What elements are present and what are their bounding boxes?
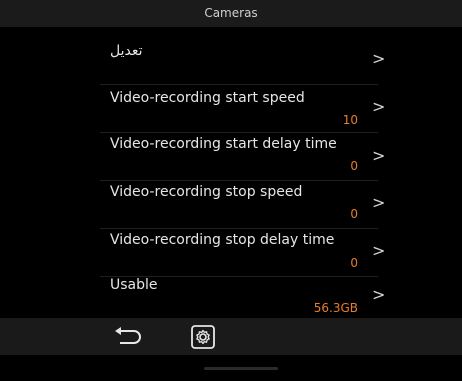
settings-item-start-delay[interactable]: Video-recording start delay time 0 >	[0, 133, 462, 179]
cameras-screen: Cameras تعديل > Video-recording start sp…	[0, 0, 462, 381]
chevron-right-icon: >	[372, 285, 386, 304]
settings-item-label: Video-recording start speed	[110, 90, 305, 106]
settings-item-start-speed[interactable]: Video-recording start speed 10 >	[0, 85, 462, 131]
settings-item-stop-delay[interactable]: Video-recording stop delay time 0 >	[0, 229, 462, 275]
page-title: Cameras	[204, 6, 258, 20]
title-bar: Cameras	[0, 0, 462, 27]
settings-item-label: تعديل	[110, 43, 143, 59]
settings-item-value: 0	[350, 159, 358, 173]
chevron-right-icon: >	[372, 49, 386, 68]
settings-item-edit[interactable]: تعديل >	[0, 27, 462, 83]
settings-item-label: Video-recording start delay time	[110, 136, 337, 152]
chevron-right-icon: >	[372, 146, 386, 165]
settings-item-usable[interactable]: Usable 56.3GB >	[0, 277, 462, 317]
settings-gear-icon	[191, 325, 215, 349]
settings-item-stop-speed[interactable]: Video-recording stop speed 0 >	[0, 181, 462, 227]
settings-item-value: 56.3GB	[313, 301, 358, 315]
settings-item-label: Video-recording stop delay time	[110, 232, 335, 248]
settings-button[interactable]	[190, 324, 216, 350]
chevron-right-icon: >	[372, 97, 386, 116]
back-button[interactable]	[112, 324, 146, 348]
settings-item-value: 0	[350, 207, 358, 221]
settings-item-label: Usable	[110, 277, 158, 293]
bottom-bar	[0, 318, 462, 355]
settings-item-label: Video-recording stop speed	[110, 184, 303, 200]
back-arrow-icon	[115, 327, 141, 344]
chevron-right-icon: >	[372, 193, 386, 212]
settings-item-value: 0	[350, 256, 358, 270]
chevron-right-icon: >	[372, 241, 386, 260]
home-indicator	[204, 367, 278, 370]
settings-item-value: 10	[342, 113, 358, 127]
